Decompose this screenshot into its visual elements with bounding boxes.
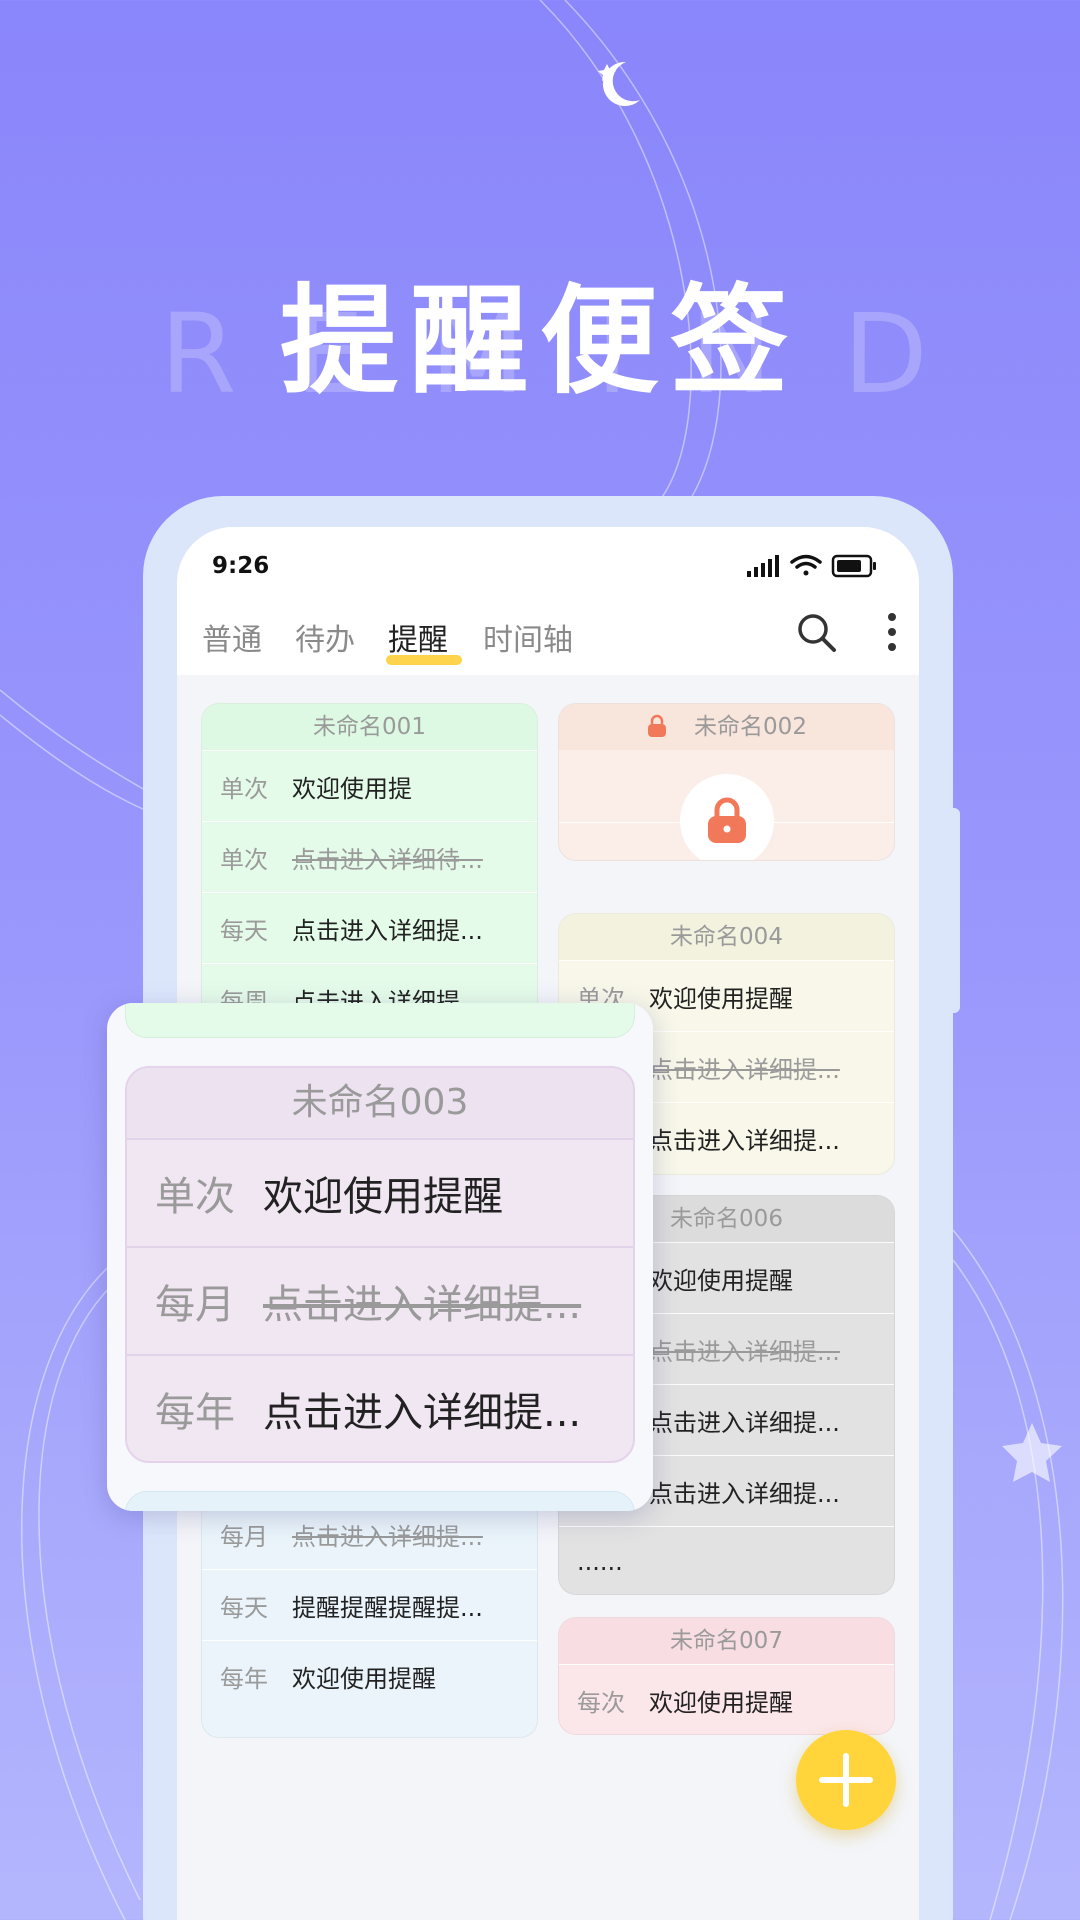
note-row: 每天 提醒提醒提醒提... <box>202 1569 537 1640</box>
note-row: 每年 欢迎使用提醒 <box>202 1640 537 1711</box>
note-card-007[interactable]: 未命名007 每次 欢迎使用提醒 <box>558 1617 895 1735</box>
search-button[interactable] <box>791 607 841 657</box>
note-row: 每月 点击进入详细提... <box>127 1246 633 1354</box>
note-card-001[interactable]: 未命名001 单次 欢迎使用提 单次 点击进入详细待... 每天 点击进入详细提...… <box>201 703 538 1023</box>
note-row: ...... <box>559 1526 894 1594</box>
row-text: 点击进入详细提... <box>292 1522 483 1551</box>
status-time: 9:26 <box>212 553 270 579</box>
row-text: 点击进入详细待... <box>292 845 483 874</box>
row-frequency: 每天 <box>220 1593 268 1622</box>
row-frequency: 每月 <box>220 1522 268 1551</box>
magnified-note-popup: 未命名003 单次 欢迎使用提醒 每月 点击进入详细提... 每年 点击进入详细提..… <box>107 1003 653 1511</box>
signal-icon <box>747 555 779 577</box>
add-note-button[interactable] <box>796 1730 896 1830</box>
row-text: 点击进入详细提... <box>649 1408 840 1437</box>
adjacent-note-strip <box>125 1491 635 1511</box>
note-title: 未命名001 <box>202 704 537 750</box>
row-text: 欢迎使用提醒 <box>292 1664 436 1693</box>
row-frequency: 每年 <box>220 1664 268 1693</box>
wifi-icon <box>790 554 822 576</box>
row-frequency: 每次 <box>577 1688 625 1717</box>
note-title: 未命名003 <box>127 1068 633 1138</box>
note-card-003[interactable]: 未命名003 单次 欢迎使用提醒 每月 点击进入详细提... 每年 点击进入详细提..… <box>125 1066 635 1463</box>
note-row: 每年 点击进入详细提... <box>127 1354 633 1461</box>
note-row: 单次 欢迎使用提醒 <box>127 1138 633 1246</box>
lock-icon <box>648 714 667 737</box>
row-text: 点击进入详细提... <box>649 1479 840 1508</box>
note-row: 单次 欢迎使用提 <box>202 750 537 821</box>
lock-icon <box>708 797 746 843</box>
row-text: 点击进入详细提... <box>649 1337 840 1366</box>
lock-badge[interactable] <box>680 774 774 860</box>
row-text: 点击进入详细提... <box>649 1126 840 1155</box>
tab-normal[interactable]: 普通 <box>202 615 262 659</box>
row-text: 欢迎使用提醒 <box>649 984 793 1013</box>
row-text: 提醒提醒提醒提... <box>292 1593 483 1622</box>
row-frequency: 每年 <box>155 1390 235 1436</box>
row-text: 点击进入详细提... <box>263 1282 582 1328</box>
row-frequency: 单次 <box>220 845 268 874</box>
top-bar: 9:26 普通 待办 提醒 时间轴 <box>177 527 919 675</box>
note-row: 单次 点击进入详细待... <box>202 821 537 892</box>
more-button[interactable] <box>867 607 917 657</box>
note-row: 每天 点击进入详细提... <box>202 892 537 963</box>
row-text: 欢迎使用提 <box>292 774 412 803</box>
status-icons <box>747 554 876 578</box>
row-text: 欢迎使用提醒 <box>649 1688 793 1717</box>
tab-todo[interactable]: 待办 <box>295 615 355 659</box>
phone-side-button <box>950 808 960 1013</box>
tab-timeline[interactable]: 时间轴 <box>483 615 573 659</box>
tab-reminder-label: 提醒 <box>388 623 448 658</box>
tab-reminder[interactable]: 提醒 <box>386 615 462 665</box>
plus-icon <box>819 1753 873 1807</box>
row-text: 点击进入详细提... <box>649 1055 840 1084</box>
page-headline: 提醒便签 <box>279 272 800 410</box>
note-title: 未命名002 <box>559 704 894 750</box>
row-frequency: 单次 <box>220 774 268 803</box>
row-text: 点击进入详细提... <box>263 1390 582 1436</box>
note-card-002[interactable]: 未命名002 <box>558 703 895 861</box>
row-text: 欢迎使用提醒 <box>649 1266 793 1295</box>
more-vertical-icon <box>888 613 896 651</box>
adjacent-note-strip <box>125 1003 635 1038</box>
row-text: 点击进入详细提... <box>292 916 483 945</box>
note-title-text: 未命名002 <box>694 714 807 740</box>
note-title: 未命名007 <box>559 1618 894 1664</box>
row-frequency: 每天 <box>220 916 268 945</box>
row-frequency: 每月 <box>155 1282 235 1328</box>
note-row: 每次 欢迎使用提醒 <box>559 1664 894 1734</box>
row-frequency: 单次 <box>155 1174 235 1220</box>
note-card-005[interactable]: 每月 点击进入详细提... 每天 提醒提醒提醒提... 每年 欢迎使用提醒 <box>201 1497 538 1738</box>
row-more-text: ...... <box>577 1548 623 1576</box>
note-title: 未命名004 <box>559 914 894 960</box>
battery-icon <box>831 554 876 578</box>
row-text: 欢迎使用提醒 <box>263 1174 503 1220</box>
moon-icon <box>598 61 640 106</box>
search-icon <box>798 614 836 652</box>
